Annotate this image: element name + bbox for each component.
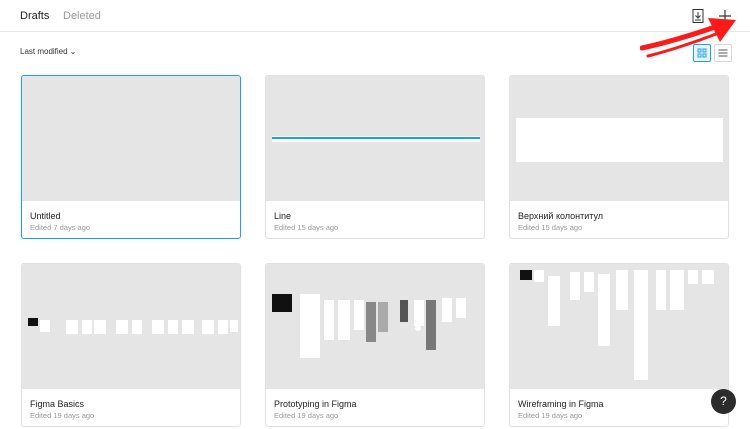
- thumbnail-art: [272, 294, 466, 358]
- file-card-prototyping[interactable]: Prototyping in Figma Edited 19 days ago: [265, 263, 485, 427]
- file-thumbnail: [22, 76, 240, 201]
- file-edited: Edited 19 days ago: [518, 411, 583, 420]
- file-edited: Edited 15 days ago: [518, 223, 583, 232]
- list-view-button[interactable]: [714, 44, 732, 62]
- help-button[interactable]: ?: [711, 389, 736, 414]
- file-card-figma-basics[interactable]: Figma Basics Edited 19 days ago: [21, 263, 241, 427]
- list-view-icon: [718, 49, 728, 57]
- file-thumbnail: [510, 76, 728, 201]
- file-thumbnail: [266, 76, 484, 201]
- file-title: Wireframing in Figma: [518, 399, 604, 409]
- file-edited: Edited 7 days ago: [30, 223, 91, 232]
- file-thumbnail: [510, 264, 728, 389]
- file-edited: Edited 19 days ago: [274, 411, 339, 420]
- thumbnail-art: [28, 318, 238, 334]
- file-title: Line: [274, 211, 292, 221]
- file-thumbnail: [266, 264, 484, 389]
- file-title: Prototyping in Figma: [274, 399, 357, 409]
- tab-deleted[interactable]: Deleted: [63, 9, 101, 23]
- thumbnail-art: [516, 118, 723, 162]
- thumbnail-art: [520, 270, 714, 380]
- file-thumbnail: [22, 264, 240, 389]
- file-edited: Edited 15 days ago: [274, 223, 339, 232]
- file-card-untitled[interactable]: Untitled Edited 7 days ago: [21, 75, 241, 239]
- grid-view-button[interactable]: [693, 44, 711, 62]
- sort-dropdown[interactable]: Last modified ⌄: [20, 46, 76, 58]
- import-button[interactable]: [688, 6, 708, 26]
- tab-drafts[interactable]: Drafts: [20, 9, 49, 23]
- import-icon: [692, 9, 704, 23]
- file-card-line[interactable]: Line Edited 15 days ago: [265, 75, 485, 239]
- file-title: Figma Basics: [30, 399, 85, 409]
- file-card-wireframing[interactable]: Wireframing in Figma Edited 19 days ago: [509, 263, 729, 427]
- thumbnail-art: [272, 136, 480, 142]
- file-title: Верхний колонтитул: [518, 211, 604, 221]
- file-edited: Edited 19 days ago: [30, 411, 95, 420]
- new-file-button[interactable]: [715, 6, 735, 26]
- chevron-down-icon: ⌄: [69, 47, 77, 56]
- plus-icon: [719, 10, 731, 22]
- sort-label: Last modified: [20, 47, 68, 56]
- top-bar: Drafts Deleted: [0, 0, 750, 32]
- file-title: Untitled: [30, 211, 61, 221]
- grid-view-icon: [697, 48, 707, 58]
- file-card-header[interactable]: Верхний колонтитул Edited 15 days ago: [509, 75, 729, 239]
